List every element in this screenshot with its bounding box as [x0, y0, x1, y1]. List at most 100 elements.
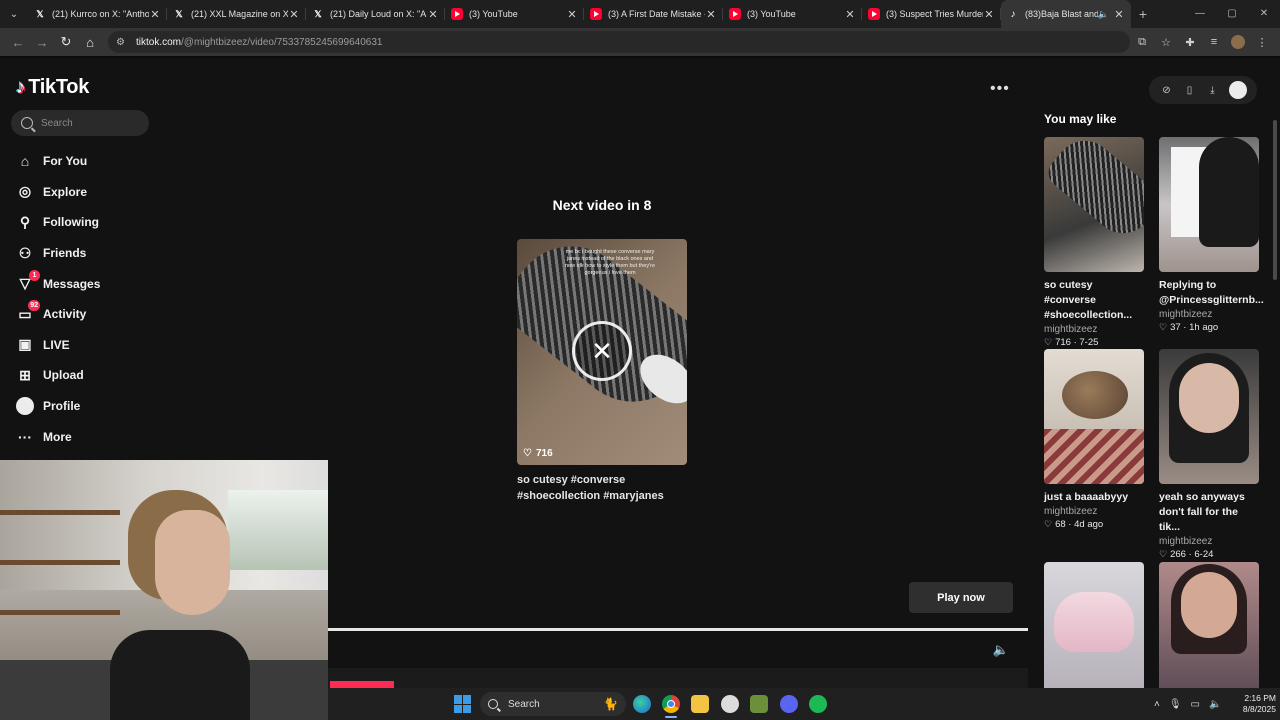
spotify-icon[interactable]: [809, 695, 827, 713]
following-icon: ⚲: [19, 213, 31, 230]
close-icon[interactable]: ✕: [149, 8, 161, 21]
tab-title: (21) Kurrco on X: "Anthon: [52, 9, 149, 19]
card-thumbnail[interactable]: [1044, 137, 1144, 272]
sidebar-item-explore[interactable]: ◎ Explore: [0, 177, 160, 208]
address-bar[interactable]: ⚙ tiktok.com/@mightbizeez/video/75337852…: [108, 31, 1130, 53]
tab-search-icon[interactable]: ⌄: [0, 0, 28, 28]
sidebar-item-upload[interactable]: ⊞ Upload: [0, 360, 160, 391]
card-thumbnail[interactable]: [1044, 349, 1144, 484]
card-date: 6-24: [1194, 549, 1214, 560]
close-icon[interactable]: ✕: [288, 8, 300, 21]
cancel-autoplay-icon[interactable]: ✕: [572, 321, 632, 381]
card-author[interactable]: mightbizeez: [1044, 324, 1144, 335]
heart-icon: ♡: [1044, 519, 1053, 529]
recommendation-card[interactable]: Replying to @Princessglitternb... mightb…: [1159, 137, 1264, 333]
back-icon[interactable]: ←: [6, 30, 30, 54]
download-icon[interactable]: ⤓: [1206, 83, 1220, 97]
card-thumbnail[interactable]: [1159, 349, 1259, 484]
discord-icon[interactable]: [780, 695, 798, 713]
close-icon[interactable]: ✕: [844, 8, 856, 21]
speaker-icon[interactable]: 🔈: [1209, 699, 1221, 710]
close-icon[interactable]: ✕: [983, 8, 995, 21]
minimize-icon[interactable]: —: [1184, 0, 1216, 28]
home-icon[interactable]: ⌂: [78, 30, 102, 54]
maximize-icon[interactable]: ▢: [1216, 0, 1248, 28]
file-explorer-icon[interactable]: [691, 695, 709, 713]
video-progress-bar[interactable]: [328, 628, 1028, 631]
forward-icon[interactable]: →: [30, 30, 54, 54]
profile-icon[interactable]: [1226, 30, 1250, 54]
sidebar-item-for-you[interactable]: ⌂ For You: [0, 146, 160, 177]
phone-icon[interactable]: ▯: [1183, 83, 1197, 97]
reload-icon[interactable]: ↻: [54, 30, 78, 54]
new-tab-button[interactable]: +: [1131, 6, 1155, 22]
install-app-icon[interactable]: ⧉: [1130, 30, 1154, 54]
search-highlight-icon: 🐈: [603, 697, 618, 711]
browser-tab[interactable]: 𝕏 (21) Kurrco on X: "Anthon ✕: [28, 0, 167, 28]
media-control-icon[interactable]: ≡: [1202, 30, 1226, 54]
browser-tab[interactable]: (3) Suspect Tries Murderi ✕: [862, 0, 1001, 28]
recommendation-card[interactable]: [1159, 562, 1259, 697]
play-now-button[interactable]: Play now: [909, 582, 1013, 613]
card-author[interactable]: mightbizeez: [1159, 536, 1259, 547]
chrome-icon[interactable]: [662, 695, 680, 713]
tiktok-logo[interactable]: ♪ TikTok: [16, 76, 89, 99]
browser-tab-active[interactable]: ♪ (83)Baja Blast and Re🔈 ✕: [1001, 0, 1131, 28]
card-title: just a baaaabyyy: [1044, 491, 1129, 503]
browser-tab[interactable]: 𝕏 (21) Daily Loud on X: "A F ✕: [306, 0, 445, 28]
sidebar-item-messages[interactable]: ▽ 1 Messages: [0, 268, 160, 299]
sidebar-item-friends[interactable]: ⚇ Friends: [0, 238, 160, 269]
site-info-icon[interactable]: ⚙: [116, 37, 130, 48]
thumbnail-caption: me bc i bought these converse mary janes…: [565, 249, 656, 276]
card-thumbnail[interactable]: [1159, 137, 1259, 272]
taskbar-clock[interactable]: 2:16 PM 8/8/2025: [1222, 693, 1276, 715]
windows-start-icon[interactable]: [454, 695, 472, 713]
steam-icon[interactable]: [721, 695, 739, 713]
next-video-caption[interactable]: so cutesy #converse #shoecollection #mar…: [517, 472, 687, 504]
microphone-icon[interactable]: 🎙: [1169, 699, 1182, 710]
card-thumbnail[interactable]: [1044, 562, 1144, 697]
edge-icon[interactable]: [633, 695, 651, 713]
recommendation-card[interactable]: so cutesy #converse #shoecollection... m…: [1044, 137, 1144, 348]
recommendation-card[interactable]: [1044, 562, 1144, 697]
taskbar-search[interactable]: Search 🐈: [480, 692, 626, 716]
next-video-thumbnail[interactable]: me bc i bought these converse mary janes…: [517, 239, 687, 465]
xbox-icon[interactable]: [750, 695, 768, 713]
network-icon[interactable]: ▭: [1191, 699, 1200, 710]
extensions-icon[interactable]: ✚: [1178, 30, 1202, 54]
browser-tab[interactable]: 𝕏 (21) XXL Magazine on X: " ✕: [167, 0, 306, 28]
sidebar-item-live[interactable]: ▣ LIVE: [0, 330, 160, 361]
user-avatar[interactable]: [1228, 81, 1247, 99]
sidebar-item-activity[interactable]: ▭ 92 Activity: [0, 299, 160, 330]
coin-icon[interactable]: ⊘: [1160, 83, 1174, 97]
chrome-menu-icon[interactable]: ⋮: [1250, 30, 1274, 54]
scrollbar-thumb[interactable]: [1273, 120, 1277, 280]
recommendation-card[interactable]: just a baaaabyyy mightbizeez ♡ 68 · 4d ag…: [1044, 349, 1144, 530]
sidebar-item-more[interactable]: ··· More: [0, 421, 160, 452]
close-icon[interactable]: ✕: [705, 8, 717, 21]
speaker-icon[interactable]: 🔈: [1098, 9, 1109, 20]
card-author[interactable]: mightbizeez: [1159, 309, 1259, 320]
browser-tab[interactable]: (3) A First Date Mistake - ✕: [584, 0, 723, 28]
sidebar-item-label: Upload: [43, 368, 84, 383]
search-input[interactable]: Search: [11, 110, 149, 136]
close-icon[interactable]: ✕: [1113, 8, 1125, 21]
video-player: ••• Next video in 8 me bc i bought these…: [328, 58, 1028, 688]
chevron-up-icon[interactable]: ˄: [1154, 699, 1160, 710]
recommendation-card[interactable]: yeah so anyways don't fall for the tik..…: [1159, 349, 1259, 560]
youtube-icon: [729, 8, 741, 20]
more-options-icon[interactable]: •••: [990, 80, 1010, 98]
sidebar-item-label: Following: [43, 215, 99, 230]
close-icon[interactable]: ✕: [427, 8, 439, 21]
volume-icon[interactable]: 🔈: [992, 641, 1010, 659]
browser-tab[interactable]: (3) YouTube ✕: [723, 0, 862, 28]
close-window-icon[interactable]: ✕: [1248, 0, 1280, 28]
card-author[interactable]: mightbizeez: [1044, 506, 1144, 517]
browser-tab[interactable]: (3) YouTube ✕: [445, 0, 584, 28]
bookmark-star-icon[interactable]: ☆: [1154, 30, 1178, 54]
activity-icon: ▭ 92: [18, 300, 40, 322]
sidebar-item-profile[interactable]: Profile: [0, 391, 160, 422]
sidebar-item-following[interactable]: ⚲ Following: [0, 207, 160, 238]
close-icon[interactable]: ✕: [566, 8, 578, 21]
card-thumbnail[interactable]: [1159, 562, 1259, 697]
